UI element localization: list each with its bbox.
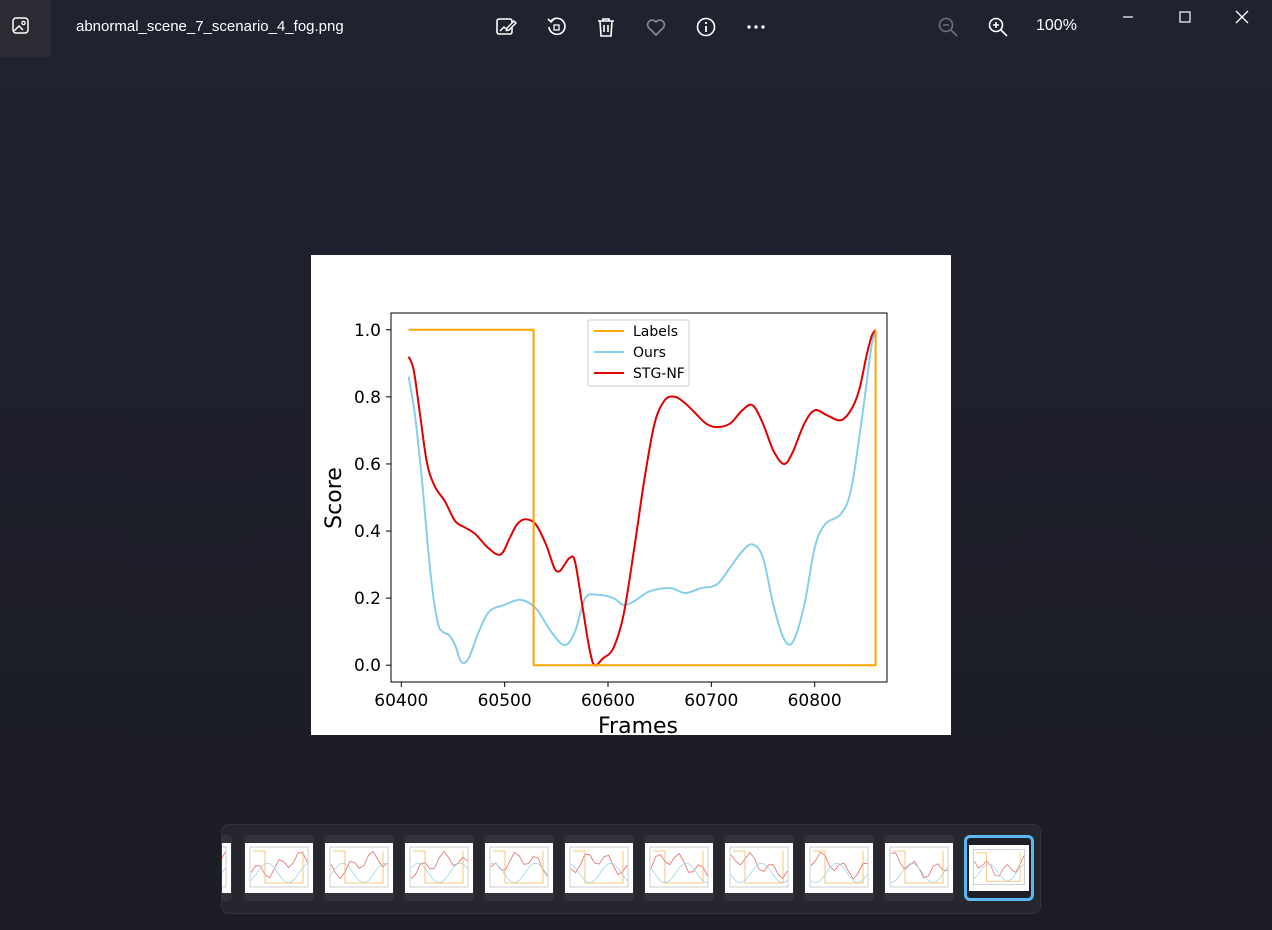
thumbnail[interactable] <box>884 835 954 901</box>
info-icon[interactable] <box>693 14 719 40</box>
x-tick-label: 60800 <box>788 691 842 711</box>
filmstrip[interactable] <box>221 824 1041 914</box>
legend-label: STG-NF <box>633 366 685 382</box>
photo-icon <box>12 17 29 34</box>
thumbnail-image <box>329 846 389 888</box>
x-tick-label: 60500 <box>478 691 532 711</box>
close-icon[interactable] <box>1219 4 1265 30</box>
title-bar: abnormal_scene_7_scenario_4_fog.png 100% <box>0 0 1272 57</box>
y-axis-label: Score <box>322 467 347 529</box>
legend: Labels Ours STG-NF <box>587 319 690 387</box>
x-axis-label: Frames <box>598 714 678 735</box>
thumbnail-image <box>729 846 789 888</box>
thumbnail-image <box>409 846 469 888</box>
thumbnail-image <box>649 846 709 888</box>
edit-image-icon[interactable] <box>493 14 519 40</box>
rotate-icon[interactable] <box>543 14 569 40</box>
x-tick-label: 60600 <box>581 691 635 711</box>
y-tick-label: 0.8 <box>354 388 381 408</box>
zoom-in-icon[interactable] <box>985 14 1011 40</box>
thumbnail-image <box>489 846 549 888</box>
y-tick-label: 1.0 <box>354 321 381 341</box>
y-axis: 0.0 0.2 0.4 0.6 0.8 1.0 <box>354 321 391 676</box>
legend-label: Ours <box>633 345 666 361</box>
thumbnail-image <box>973 849 1025 885</box>
maximize-icon[interactable] <box>1162 4 1208 30</box>
thumbnail[interactable] <box>244 835 314 901</box>
thumbnail-image <box>809 846 869 888</box>
y-tick-label: 0.4 <box>354 522 381 542</box>
thumbnail[interactable] <box>404 835 474 901</box>
file-name: abnormal_scene_7_scenario_4_fog.png <box>76 18 344 35</box>
y-tick-label: 0.0 <box>354 656 381 676</box>
zoom-out-icon[interactable] <box>935 14 961 40</box>
thumbnail-image <box>249 846 309 888</box>
favorite-heart-icon[interactable] <box>643 14 669 40</box>
thumbnail[interactable] <box>324 835 394 901</box>
thumbnail-image <box>569 846 629 888</box>
thumbnail[interactable] <box>724 835 794 901</box>
y-tick-label: 0.2 <box>354 589 381 609</box>
line-chart: 0.00.20.40.60.81.0 60400 60500 60600 60700 6… <box>322 312 888 739</box>
thumbnail[interactable] <box>484 835 554 901</box>
x-tick-label: 60400 <box>374 691 428 711</box>
thumbnail[interactable] <box>644 835 714 901</box>
more-icon[interactable] <box>743 14 769 40</box>
minimize-icon[interactable] <box>1105 4 1151 30</box>
thumbnail-image <box>889 846 949 888</box>
zoom-level[interactable]: 100% <box>1036 17 1077 35</box>
photos-app-icon[interactable] <box>0 0 51 57</box>
thumbnail-partial[interactable] <box>222 835 232 901</box>
thumbnail-selected[interactable] <box>964 835 1034 901</box>
image-viewer[interactable]: 0.0 0.2 0.4 0.6 0.8 1.0 60400 60500 60600 60700 6… <box>311 255 951 739</box>
y-tick-label: 0.6 <box>354 455 381 475</box>
thumbnail[interactable] <box>564 835 634 901</box>
thumbnail[interactable] <box>804 835 874 901</box>
thumbnail-image <box>222 846 227 888</box>
delete-icon[interactable] <box>593 14 619 40</box>
x-axis: 60400 60500 60600 60700 60800 <box>374 682 842 711</box>
x-tick-label: 60700 <box>684 691 738 711</box>
legend-label: Labels <box>633 324 678 340</box>
